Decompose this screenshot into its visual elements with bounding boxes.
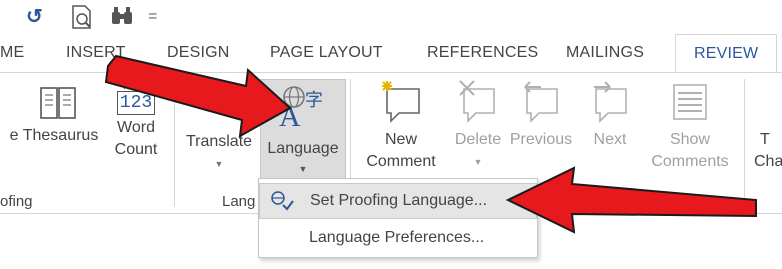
new-comment-button[interactable]: New Comment xyxy=(356,79,446,173)
customize-toolbar-icon[interactable]: = xyxy=(148,6,157,28)
tab-home[interactable]: ME xyxy=(0,44,24,62)
thesaurus-label: e Thesaurus xyxy=(9,127,99,144)
word-count-icon: ABC 123 xyxy=(117,79,155,115)
ribbon-tab-strip: ME INSERT DESIGN PAGE LAYOUT REFERENCES … xyxy=(0,34,782,73)
thesaurus-button[interactable]: e Thesaurus xyxy=(0,85,108,147)
word-count-label-line2: Count xyxy=(114,141,158,158)
track-changes-label-line2: Cha xyxy=(754,153,782,170)
proofing-group-label: ofing xyxy=(0,193,33,210)
group-separator xyxy=(744,79,745,207)
delete-comment-button[interactable]: Delete ▼ xyxy=(446,79,510,173)
tab-review[interactable]: REVIEW xyxy=(675,34,778,73)
next-comment-icon xyxy=(594,81,627,123)
language-dropdown-menu: Set Proofing Language... Language Prefer… xyxy=(258,178,538,258)
delete-comment-icon xyxy=(459,80,495,123)
track-changes-button[interactable]: T Cha xyxy=(750,129,782,173)
tab-page-layout[interactable]: PAGE LAYOUT xyxy=(270,44,383,62)
tab-mailings[interactable]: MAILINGS xyxy=(566,44,644,62)
quick-access-toolbar: ↺ = xyxy=(0,0,782,34)
show-comments-button[interactable]: Show Comments xyxy=(644,79,736,173)
undo-icon[interactable]: ↺ xyxy=(26,6,43,28)
new-comment-icon xyxy=(382,81,420,123)
translate-button[interactable]: a Translate ▼ xyxy=(180,85,258,175)
new-comment-label-line1: New xyxy=(384,131,417,148)
next-label: Next xyxy=(593,131,627,148)
previous-label: Previous xyxy=(509,131,573,148)
show-comments-label-line2: Comments xyxy=(651,153,729,170)
delete-label: Delete xyxy=(454,131,502,148)
translate-label: Translate xyxy=(185,133,253,150)
group-separator xyxy=(174,79,175,207)
language-label: Language xyxy=(267,140,339,157)
previous-comment-button[interactable]: Previous xyxy=(508,79,574,151)
tab-insert[interactable]: INSERT xyxy=(66,44,126,62)
new-comment-label-line2: Comment xyxy=(366,153,436,170)
track-changes-label-line1: T xyxy=(760,131,770,148)
word-count-label-line1: Word xyxy=(117,119,155,136)
show-comments-label-line1: Show xyxy=(669,131,711,148)
language-icon: A 字 xyxy=(261,80,345,133)
next-comment-button[interactable]: Next xyxy=(578,79,642,151)
tab-references[interactable]: REFERENCES xyxy=(427,44,538,62)
thesaurus-icon xyxy=(40,87,76,119)
language-group-label: Lang xyxy=(222,193,256,210)
word-count-button[interactable]: ABC 123 Word Count xyxy=(108,79,164,161)
delete-dropdown-arrow: ▼ xyxy=(473,157,483,167)
print-preview-icon[interactable] xyxy=(70,4,94,35)
language-preferences-label: Language Preferences... xyxy=(309,229,485,246)
tab-design[interactable]: DESIGN xyxy=(167,44,230,62)
translate-dropdown-arrow: ▼ xyxy=(214,159,224,169)
menu-item-set-proofing-language[interactable]: Set Proofing Language... xyxy=(259,183,537,219)
show-comments-icon xyxy=(673,84,707,120)
set-proofing-language-label: Set Proofing Language... xyxy=(310,192,488,209)
language-dropdown-arrow: ▼ xyxy=(298,164,308,174)
proofing-language-icon xyxy=(271,191,294,211)
translate-icon: a xyxy=(206,84,220,111)
menu-item-language-preferences[interactable]: Language Preferences... xyxy=(259,221,537,257)
binoculars-icon[interactable] xyxy=(110,4,134,33)
previous-comment-icon xyxy=(524,81,558,123)
